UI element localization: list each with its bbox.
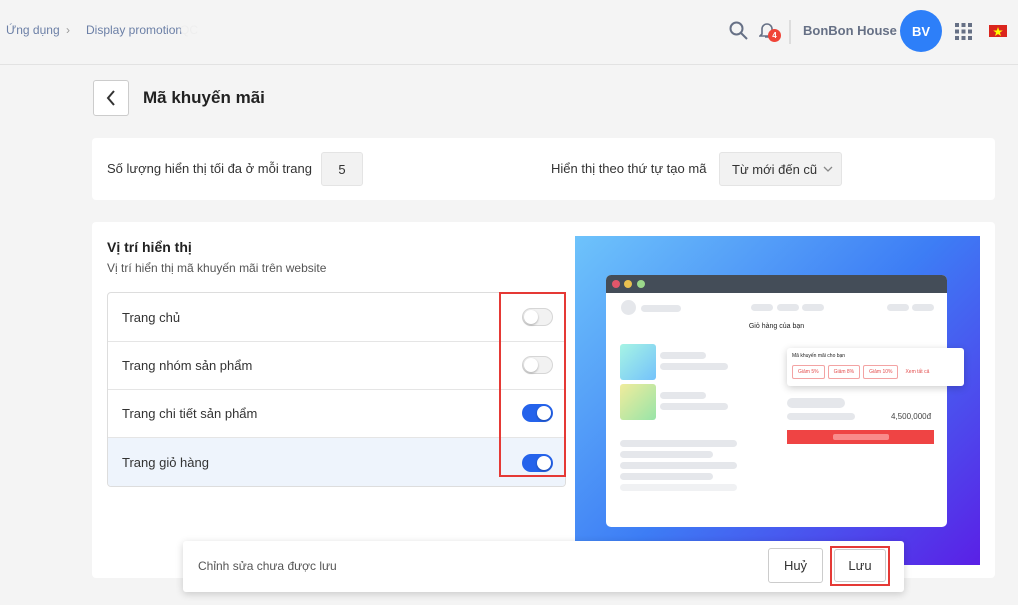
item-label: Trang nhóm sản phẩm <box>122 357 253 373</box>
chevron-down-icon <box>823 166 833 172</box>
position-item-home: Trang chủ <box>108 293 565 342</box>
unsaved-message: Chỉnh sửa chưa được lưu <box>198 559 337 573</box>
shoe-image <box>620 384 656 420</box>
toggle-highlight-box <box>499 292 566 477</box>
preview-cart-title: Giỏ hàng của bạn <box>748 323 805 330</box>
preview-coupon: Giảm 5% <box>792 365 825 379</box>
breadcrumb-qc: QC <box>180 23 198 37</box>
preview-coupon: Giảm 10% <box>863 365 899 379</box>
position-subtitle: Vị trí hiển thị mã khuyến mãi trên websi… <box>107 261 327 275</box>
preview-browser: Giỏ hàng của bạn Mã khuyến mãi cho bạn G… <box>606 275 964 527</box>
position-card: Vị trí hiển thị Vị trí hiển thị mã khuyế… <box>92 222 995 578</box>
item-label: Trang chi tiết sản phẩm <box>122 405 258 421</box>
cancel-button[interactable]: Huỷ <box>768 548 823 583</box>
max-per-page-input[interactable]: 5 <box>321 152 363 186</box>
save-button[interactable]: Lưu <box>834 549 886 582</box>
preview-checkout-bar <box>787 430 934 444</box>
unsaved-changes-bar: Chỉnh sửa chưa được lưu Huỷ Lưu <box>183 541 904 592</box>
item-label: Trang chủ <box>122 309 181 325</box>
chevron-left-icon <box>106 90 115 106</box>
order-select-value: Từ mới đến cũ <box>732 161 818 177</box>
max-per-page-label: Số lượng hiển thị tối đa ở mỗi trang <box>107 161 312 176</box>
preview-promo-title: Mã khuyến mãi cho bạn <box>792 353 846 359</box>
order-label: Hiển thị theo thứ tự tạo mã <box>551 161 707 176</box>
display-settings-card: Số lượng hiển thị tối đa ở mỗi trang 5 H… <box>92 138 995 200</box>
item-label: Trang giỏ hàng <box>122 455 209 470</box>
notification-badge: 4 <box>768 29 781 42</box>
vietnam-flag-icon[interactable] <box>989 25 1007 37</box>
preview-total: 4,500,000đ <box>891 412 932 421</box>
position-item-product-detail: Trang chi tiết sản phẩm <box>108 389 565 438</box>
order-select[interactable]: Từ mới đến cũ <box>719 152 842 186</box>
preview-coupon: Giảm 8% <box>827 365 861 379</box>
browser-titlebar <box>606 275 947 293</box>
apps-grid-icon[interactable] <box>955 23 972 40</box>
back-button[interactable] <box>93 80 129 116</box>
preview-image: Giỏ hàng của bạn Mã khuyến mãi cho bạn G… <box>575 236 980 565</box>
shoe-image <box>620 344 656 380</box>
search-icon[interactable] <box>729 21 748 40</box>
preview-promo-popup: Mã khuyến mãi cho bạn Giảm 5% Giảm 8% Gi… <box>787 348 964 386</box>
position-item-cart: Trang giỏ hàng <box>108 438 565 486</box>
breadcrumb-display-promotion[interactable]: Display promotion <box>86 23 182 37</box>
position-list: Trang chủ Trang nhóm sản phẩm Trang chi … <box>107 292 566 487</box>
divider <box>789 20 791 44</box>
page-title: Mã khuyến mãi <box>143 88 265 107</box>
preview-see-all: Xem tất cả <box>905 369 930 375</box>
shop-name[interactable]: BonBon House <box>803 23 897 38</box>
position-title: Vị trí hiển thị <box>107 239 192 255</box>
breadcrumb-apps[interactable]: Ứng dụng <box>6 23 60 37</box>
avatar[interactable]: BV <box>900 10 942 52</box>
breadcrumb-separator-icon: › <box>66 23 70 37</box>
position-item-collection: Trang nhóm sản phẩm <box>108 341 565 390</box>
top-bar: Ứng dụng › Display promotion QC 4 BonBon… <box>0 0 1018 65</box>
